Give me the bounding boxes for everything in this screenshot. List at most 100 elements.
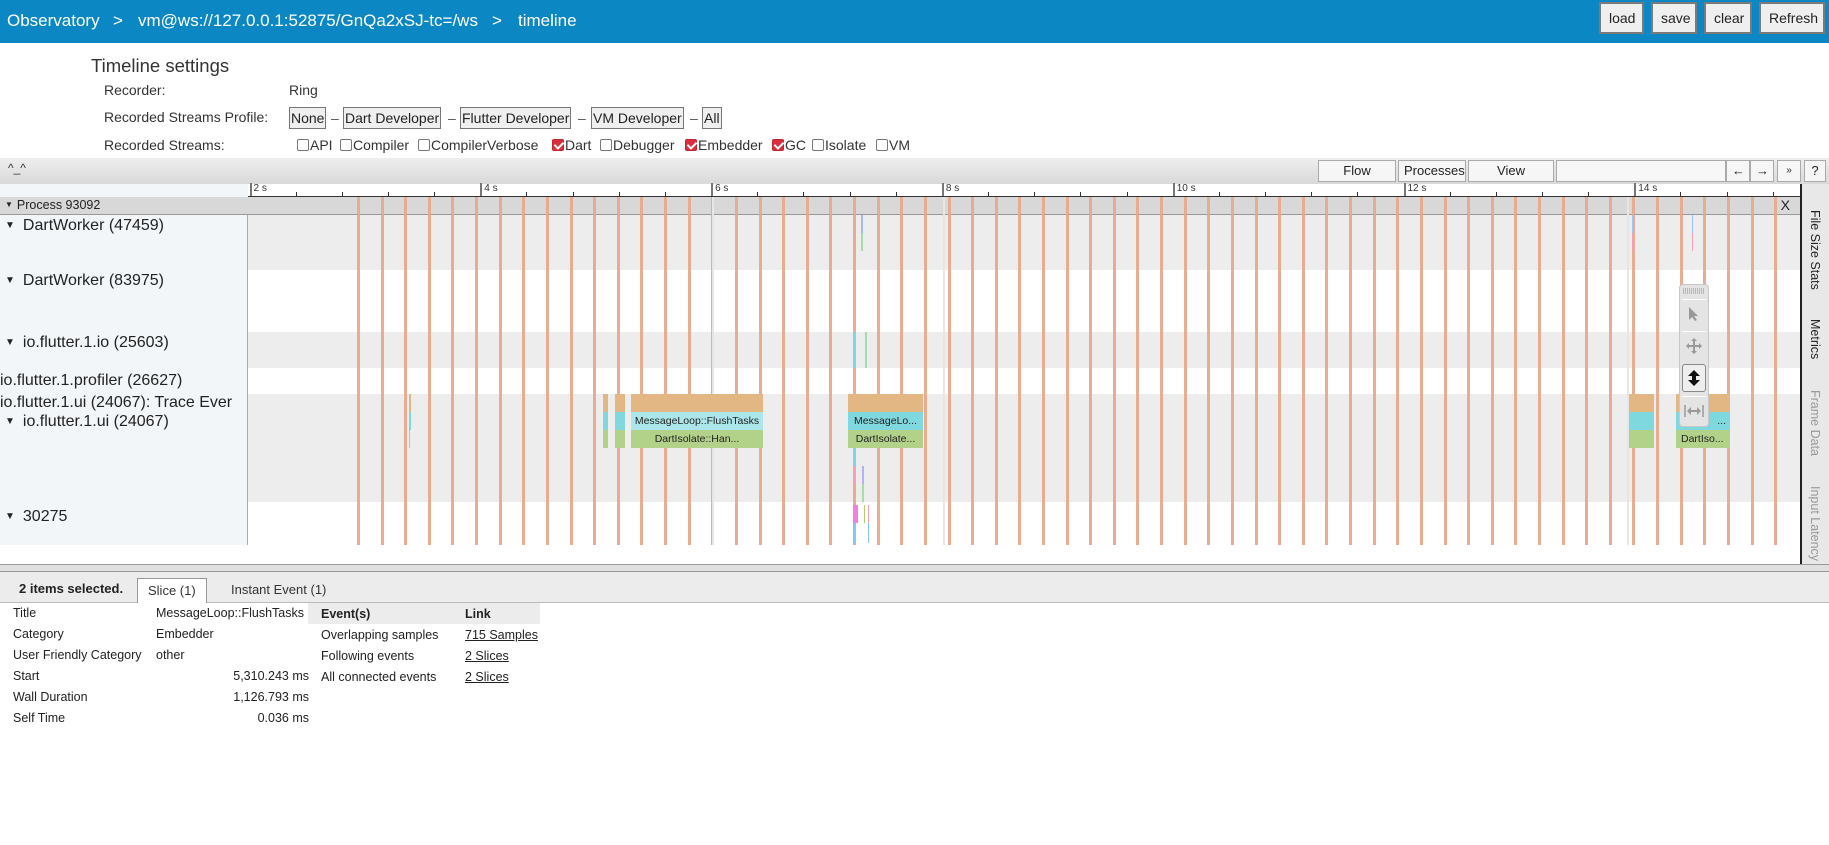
event-marker[interactable] <box>854 332 856 368</box>
stream-embedder[interactable]: Embedder <box>685 137 763 153</box>
stream-compilerverbose[interactable]: CompilerVerbose <box>418 137 538 153</box>
more-button[interactable]: » <box>1777 160 1801 182</box>
collapse-triangle-icon[interactable]: ▼ <box>5 337 15 348</box>
slice-small[interactable] <box>603 394 608 412</box>
event-marker[interactable] <box>853 505 858 523</box>
slice-small[interactable] <box>1629 394 1654 412</box>
slice-messageloop[interactable]: MessageLo... <box>848 412 923 430</box>
event-marker[interactable] <box>1692 215 1693 233</box>
clear-button[interactable]: clear <box>1704 2 1752 34</box>
mouse-mode-selector[interactable] <box>1679 284 1709 427</box>
stream-embedder-checkbox[interactable] <box>685 139 697 151</box>
select-icon[interactable] <box>1682 299 1706 327</box>
slice-dartisolate[interactable]: DartIso... <box>1676 430 1730 448</box>
event-marker[interactable] <box>1632 215 1633 233</box>
drag-handle[interactable] <box>1683 288 1705 294</box>
track-body[interactable] <box>248 394 1800 502</box>
processes-button[interactable]: Processes <box>1398 160 1466 182</box>
zoom-icon[interactable] <box>1682 364 1706 392</box>
stream-gc[interactable]: GC <box>772 137 806 153</box>
side-tab-frame-data[interactable]: Frame Data <box>1808 390 1822 456</box>
track-body[interactable] <box>248 502 1800 545</box>
slice-parent[interactable] <box>631 394 763 412</box>
event-link[interactable]: 2 Slices <box>465 649 509 663</box>
event-marker[interactable] <box>853 523 855 543</box>
close-process-button[interactable]: X <box>1781 197 1790 213</box>
event-marker[interactable] <box>1632 233 1633 251</box>
prev-result-button[interactable]: ← <box>1726 160 1750 182</box>
stream-dart-checkbox[interactable] <box>552 139 564 151</box>
slice-parent[interactable] <box>848 394 923 412</box>
event-marker[interactable] <box>868 505 869 523</box>
help-button[interactable]: ? <box>1804 160 1826 182</box>
process-header[interactable]: ▼ Process 93092 X <box>0 197 1800 215</box>
event-marker[interactable] <box>853 448 855 466</box>
slice-small[interactable] <box>615 412 625 430</box>
profile-all-button[interactable]: All <box>702 107 722 129</box>
event-link[interactable]: 2 Slices <box>465 670 509 684</box>
slice-dartisolate[interactable]: DartIsolate... <box>848 430 923 448</box>
next-result-button[interactable]: → <box>1750 160 1774 182</box>
time-ruler[interactable]: 2 s 4 s 6 s 8 s 10 s 12 s 14 s <box>248 183 1800 197</box>
slice-small[interactable] <box>1629 430 1654 448</box>
stream-api[interactable]: API <box>297 137 333 153</box>
slice-small[interactable] <box>1629 412 1654 430</box>
stream-debugger[interactable]: Debugger <box>600 137 675 153</box>
event-marker[interactable] <box>868 523 869 543</box>
slice-messageloop-flushtasks[interactable]: MessageLoop::FlushTasks <box>631 412 763 430</box>
stream-vm-checkbox[interactable] <box>876 139 888 151</box>
event-marker[interactable] <box>862 484 864 502</box>
stream-isolate-checkbox[interactable] <box>812 139 824 151</box>
find-input[interactable] <box>1556 160 1726 182</box>
slice-small[interactable] <box>409 430 410 448</box>
event-marker[interactable] <box>864 505 865 523</box>
side-tab-metrics[interactable]: Metrics <box>1808 319 1822 359</box>
save-button[interactable]: save <box>1651 2 1697 34</box>
tab-instant-event[interactable]: Instant Event (1) <box>221 578 336 603</box>
collapse-triangle-icon[interactable]: ▼ <box>5 200 13 209</box>
collapse-triangle-icon[interactable]: ▼ <box>5 275 15 286</box>
collapse-triangle-icon[interactable]: ▼ <box>5 511 15 522</box>
event-link[interactable]: 715 Samples <box>465 628 538 642</box>
profile-none-button[interactable]: None <box>289 107 327 129</box>
slice-small[interactable] <box>603 430 608 448</box>
slice-small[interactable] <box>603 412 608 430</box>
track-body[interactable] <box>248 270 1800 332</box>
stream-api-checkbox[interactable] <box>297 139 309 151</box>
breadcrumb-vm[interactable]: vm@ws://127.0.0.1:52875/GnQa2xSJ-tc=/ws <box>138 11 478 31</box>
event-marker[interactable] <box>862 466 864 484</box>
event-marker[interactable] <box>861 215 863 233</box>
stream-dart[interactable]: Dart <box>552 137 591 153</box>
slice-small[interactable] <box>409 394 411 412</box>
track-body[interactable] <box>248 215 1800 270</box>
flow-events-button[interactable]: Flow events <box>1318 160 1396 198</box>
event-marker[interactable] <box>853 466 855 484</box>
breadcrumb-observatory[interactable]: Observatory <box>7 11 100 31</box>
collapse-triangle-icon[interactable]: ▼ <box>5 416 15 427</box>
event-marker[interactable] <box>1692 233 1693 251</box>
stream-compilerverbose-checkbox[interactable] <box>418 139 430 151</box>
stream-vm[interactable]: VM <box>876 137 910 153</box>
profile-vm-developer-button[interactable]: VM Developer <box>591 107 684 129</box>
tab-slice[interactable]: Slice (1) <box>137 578 207 603</box>
stream-compiler-checkbox[interactable] <box>340 139 352 151</box>
panel-resize-handle[interactable] <box>0 564 1829 572</box>
slice-small[interactable] <box>615 430 625 448</box>
profile-dart-developer-button[interactable]: Dart Developer <box>343 107 442 129</box>
side-tab-file-size-stats[interactable]: File Size Stats <box>1808 210 1822 290</box>
event-marker[interactable] <box>865 332 867 368</box>
view-options-button[interactable]: View Options <box>1468 160 1554 198</box>
load-button[interactable]: load <box>1599 2 1644 34</box>
slice-dartisolate[interactable]: DartIsolate::Han... <box>631 430 763 448</box>
refresh-button[interactable]: Refresh <box>1759 2 1825 34</box>
event-marker[interactable] <box>861 233 863 251</box>
collapse-triangle-icon[interactable]: ▼ <box>5 220 15 231</box>
stream-compiler[interactable]: Compiler <box>340 137 409 153</box>
side-tab-input-latency[interactable]: Input Latency <box>1808 486 1822 561</box>
stream-debugger-checkbox[interactable] <box>600 139 612 151</box>
pan-icon[interactable] <box>1682 331 1706 359</box>
profile-flutter-developer-button[interactable]: Flutter Developer <box>460 107 572 129</box>
track-body[interactable] <box>248 368 1800 394</box>
slice-small[interactable] <box>409 412 411 430</box>
stream-gc-checkbox[interactable] <box>772 139 784 151</box>
